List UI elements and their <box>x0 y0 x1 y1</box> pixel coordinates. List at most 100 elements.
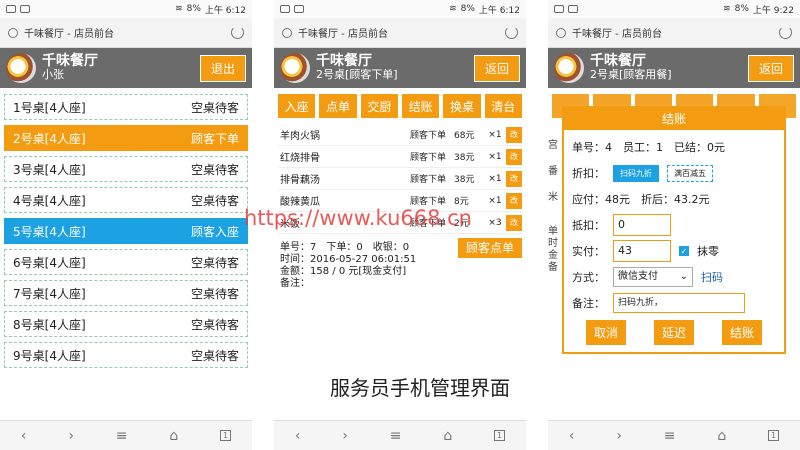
forward-icon[interactable]: › <box>342 428 348 444</box>
reload-icon[interactable] <box>231 26 244 39</box>
status-bar: ≋ 8% 上午 6:12 <box>274 0 526 18</box>
back-icon[interactable]: ‹ <box>569 428 575 444</box>
table-row[interactable]: 9号桌[4人座] 空桌待客 <box>4 342 248 368</box>
back-icon[interactable]: ‹ <box>295 428 301 444</box>
note-input[interactable]: 扫码九折， <box>613 293 745 313</box>
table-status: 空桌待客 <box>190 286 239 301</box>
dish-qty: ×1 <box>488 151 502 162</box>
table-row[interactable]: 8号桌[4人座] 空桌待客 <box>4 311 248 337</box>
table-subtitle: 2号桌[顾客下单] <box>316 68 398 81</box>
discount-option[interactable]: 满百减五 <box>667 164 713 182</box>
clock: 上午 6:12 <box>204 5 246 16</box>
reload-icon[interactable] <box>779 26 792 39</box>
url-text: 千味餐厅 - 店员前台 <box>298 29 388 40</box>
confirm-checkout-button[interactable]: 结账 <box>721 320 762 345</box>
clock: 上午 6:12 <box>478 5 520 16</box>
restaurant-logo <box>6 53 36 83</box>
table-row[interactable]: 3号桌[4人座] 空桌待客 <box>4 156 248 182</box>
discount-option-selected[interactable]: 扫码九折 <box>613 164 659 182</box>
dish-status: 顾客下单 <box>410 131 447 141</box>
back-button[interactable]: 返回 <box>747 54 794 82</box>
dish-qty: ×3 <box>488 217 502 228</box>
back-icon[interactable]: ‹ <box>21 428 27 444</box>
menu-icon[interactable]: ≡ <box>116 428 128 444</box>
dialog-title: 结账 <box>564 108 784 130</box>
url-text: 千味餐厅 - 店员前台 <box>572 29 662 40</box>
tabs-icon[interactable]: 1 <box>494 430 506 441</box>
seat-button[interactable]: 入座 <box>278 94 316 118</box>
browser-nav-bar: ‹ › ≡ ⌂ 1 <box>0 420 252 450</box>
order-row: 排骨藕汤 顾客下单 38元 ×1 改 <box>278 168 522 190</box>
home-icon[interactable]: ⌂ <box>717 428 726 444</box>
paid-input[interactable]: 43 <box>613 240 671 262</box>
wifi-icon: ≋ <box>449 4 457 14</box>
deduct-input[interactable]: 0 <box>613 214 671 236</box>
note-label: 备注： <box>572 297 605 310</box>
watermark-text: https://www.ku668.cn <box>244 206 472 230</box>
url-bar[interactable]: 千味餐厅 - 店员前台 <box>274 18 526 48</box>
restaurant-name: 千味餐厅 <box>42 53 98 69</box>
exit-button[interactable]: 退出 <box>199 54 246 82</box>
user-name: 小张 <box>42 68 64 81</box>
edit-button[interactable]: 改 <box>506 192 522 209</box>
table-status: 顾客下单 <box>190 131 239 146</box>
order-row: 红烧排骨 顾客下单 38元 ×1 改 <box>278 146 522 168</box>
table-row[interactable]: 7号桌[4人座] 空桌待客 <box>4 280 248 306</box>
battery-label: 8% <box>186 4 201 14</box>
home-icon[interactable]: ⌂ <box>443 428 452 444</box>
order-info: 单号：4 员工：1 已结：0元 <box>572 141 725 154</box>
menu-icon[interactable]: ≡ <box>664 428 676 444</box>
battery-label: 8% <box>734 4 749 14</box>
dish-qty: ×1 <box>488 129 502 140</box>
checkout-dialog: 结账 单号：4 员工：1 已结：0元 折扣： 扫码九折 满百减五 应付：48元 … <box>562 106 786 354</box>
browser-nav-bar: ‹ › ≡ ⌂ 1 <box>548 420 800 450</box>
change-table-button[interactable]: 换桌 <box>443 94 481 118</box>
url-bar[interactable]: 千味餐厅 - 店员前台 <box>0 18 252 48</box>
table-list: 1号桌[4人座] 空桌待客 2号桌[4人座] 顾客下单 3号桌[4人座] 空桌待客 4… <box>0 88 252 379</box>
url-bar[interactable]: 千味餐厅 - 店员前台 <box>548 18 800 48</box>
summary-line: 备注： <box>280 278 310 289</box>
edit-button[interactable]: 改 <box>506 214 522 231</box>
order-summary: 单号：7 下单：0 收银：0 时间：2016-05-27 06:01:51 金额… <box>274 234 526 298</box>
dish-price: 38元 <box>454 175 475 185</box>
table-name: 3号桌[4人座] <box>13 162 86 177</box>
home-icon[interactable]: ⌂ <box>169 428 178 444</box>
forward-icon[interactable]: › <box>616 428 622 444</box>
table-row[interactable]: 1号桌[4人座] 空桌待客 <box>4 94 248 120</box>
edit-button[interactable]: 改 <box>506 126 522 143</box>
customer-order-button[interactable]: 顾客点单 <box>457 238 522 258</box>
edit-button[interactable]: 改 <box>506 170 522 187</box>
round-checkbox[interactable]: ✓ <box>679 246 689 256</box>
table-row[interactable]: 2号桌[4人座] 顾客下单 <box>4 125 248 151</box>
tabs-icon[interactable]: 1 <box>768 430 780 441</box>
table-name: 1号桌[4人座] <box>13 100 86 115</box>
cloud-icon <box>554 5 564 13</box>
tabs-icon[interactable]: 1 <box>220 430 232 441</box>
scan-link[interactable]: 扫码 <box>701 269 723 285</box>
table-name: 4号桌[4人座] <box>13 193 86 208</box>
delay-button[interactable]: 延迟 <box>653 320 694 345</box>
table-name: 8号桌[4人座] <box>13 317 86 332</box>
table-row[interactable]: 5号桌[4人座] 顾客入座 <box>4 218 248 244</box>
table-row[interactable]: 4号桌[4人座] 空桌待客 <box>4 187 248 213</box>
dish-qty: ×1 <box>488 195 502 206</box>
edit-button[interactable]: 改 <box>506 148 522 165</box>
image-icon <box>568 5 578 13</box>
cancel-button[interactable]: 取消 <box>585 320 626 345</box>
order-button[interactable]: 点单 <box>319 94 357 118</box>
behind-text: 番 <box>548 166 558 177</box>
back-button[interactable]: 返回 <box>473 54 520 82</box>
checkout-button[interactable]: 结账 <box>401 94 440 118</box>
table-status: 空桌待客 <box>190 100 239 115</box>
deduct-label: 抵扣： <box>572 219 605 232</box>
forward-icon[interactable]: › <box>68 428 74 444</box>
clear-table-button[interactable]: 清台 <box>484 94 522 118</box>
menu-icon[interactable]: ≡ <box>390 428 402 444</box>
reload-icon[interactable] <box>505 26 518 39</box>
payable-info: 应付：48元 折后：43.2元 <box>572 193 710 206</box>
phone-table-list: ≋ 8% 上午 6:12 千味餐厅 - 店员前台 千味餐厅 小张 退出 1号桌[4人… <box>0 0 252 450</box>
send-kitchen-button[interactable]: 交厨 <box>360 94 398 118</box>
payment-method-select[interactable]: 微信支付 ⌄ <box>613 267 693 287</box>
table-status: 顾客入座 <box>190 224 239 239</box>
table-row[interactable]: 6号桌[4人座] 空桌待客 <box>4 249 248 275</box>
